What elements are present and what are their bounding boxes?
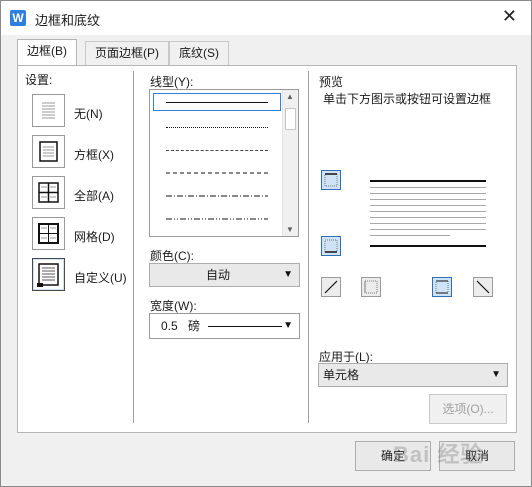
tab-page-border[interactable]: 页面边框(P) xyxy=(85,41,169,65)
options-button[interactable]: 选项(O)... xyxy=(429,394,507,424)
apply-to-value: 单元格 xyxy=(323,368,360,382)
preview-bottom-border xyxy=(370,245,486,247)
grid-border-icon[interactable] xyxy=(32,217,65,250)
diagonal-down-border-icon[interactable] xyxy=(473,277,493,297)
width-dropdown[interactable]: 0.5 磅 ▼ xyxy=(149,313,300,339)
width-unit: 磅 xyxy=(188,319,201,333)
color-label: 颜色(C): xyxy=(150,249,194,263)
scroll-up-icon[interactable]: ▲ xyxy=(286,92,294,101)
bottom-border-toggle-icon[interactable] xyxy=(321,236,341,256)
color-dropdown[interactable]: 自动 ▼ xyxy=(149,263,300,287)
width-label: 宽度(W): xyxy=(150,299,197,313)
scroll-thumb[interactable] xyxy=(285,108,296,130)
divider xyxy=(308,71,309,423)
tab-shading[interactable]: 底纹(S) xyxy=(169,41,229,65)
setting-grid-label[interactable]: 网格(D) xyxy=(74,228,115,245)
left-border-toggle-icon[interactable] xyxy=(361,277,381,297)
setting-custom-label[interactable]: 自定义(U) xyxy=(74,269,127,286)
diagonal-up-border-icon[interactable] xyxy=(321,277,341,297)
width-sample-line xyxy=(208,326,282,327)
linetype-fine-dashed[interactable] xyxy=(166,150,268,151)
preview-top-border xyxy=(370,180,486,182)
preview-heading: 预览 xyxy=(319,75,344,89)
box-border-icon[interactable] xyxy=(32,135,65,168)
custom-border-icon[interactable] xyxy=(32,258,65,291)
setting-all-label[interactable]: 全部(A) xyxy=(74,187,114,204)
color-value: 自动 xyxy=(206,268,231,282)
setting-none-label[interactable]: 无(N) xyxy=(74,105,103,122)
width-value: 0.5 xyxy=(161,319,178,333)
linetype-dotted[interactable] xyxy=(166,127,268,128)
scroll-down-icon[interactable]: ▼ xyxy=(286,225,294,234)
linetype-label: 线型(Y): xyxy=(150,75,194,89)
title-bar: W 边框和底纹 ✕ xyxy=(1,1,531,35)
preview-hint: 单击下方图示或按钮可设置边框 xyxy=(323,92,492,106)
chevron-down-icon: ▼ xyxy=(283,320,293,331)
dialog-title: 边框和底纹 xyxy=(35,13,101,28)
settings-heading: 设置: xyxy=(25,73,53,87)
chevron-down-icon: ▼ xyxy=(283,269,293,280)
linetype-list[interactable]: ▲ ▼ xyxy=(149,89,299,237)
chevron-down-icon: ▼ xyxy=(491,369,501,380)
divider xyxy=(133,71,134,423)
linetype-scrollbar[interactable]: ▲ ▼ xyxy=(282,90,298,236)
border-preview[interactable] xyxy=(370,177,486,249)
none-border-icon[interactable] xyxy=(32,94,65,127)
tab-borders[interactable]: 边框(B) xyxy=(17,39,77,66)
top-border-toggle-icon[interactable] xyxy=(321,170,341,190)
right-border-toggle-icon[interactable] xyxy=(432,277,452,297)
close-icon[interactable]: ✕ xyxy=(502,6,517,27)
all-borders-icon[interactable] xyxy=(32,176,65,209)
apply-to-dropdown[interactable]: 单元格 ▼ xyxy=(318,363,508,387)
borders-shading-dialog: W 边框和底纹 ✕ 页面边框(P) 底纹(S) 边框(B) 设置: 无(N) 方… xyxy=(0,0,532,487)
watermark-logo: Bai 经验 xyxy=(393,442,484,467)
setting-box-label[interactable]: 方框(X) xyxy=(74,146,114,163)
wps-app-icon: W xyxy=(10,10,26,26)
linetype-solid[interactable] xyxy=(166,102,268,103)
